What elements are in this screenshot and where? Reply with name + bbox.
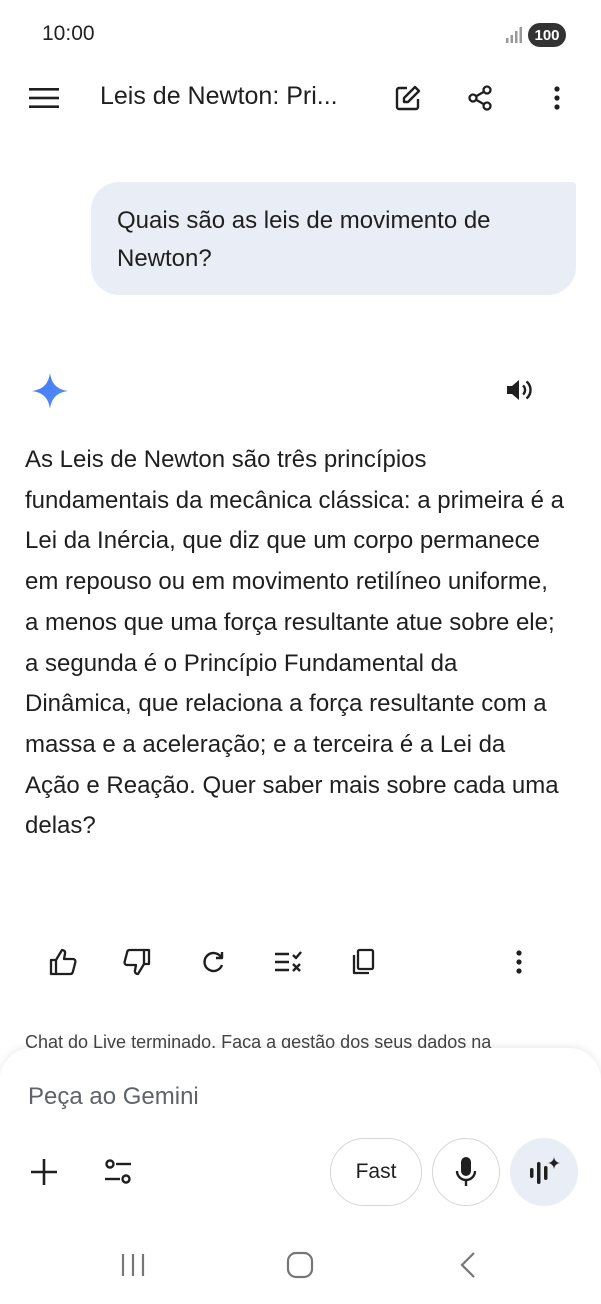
home-button[interactable]	[270, 1245, 330, 1285]
share-button[interactable]	[460, 78, 500, 118]
menu-icon	[29, 88, 59, 108]
response-text: As Leis de Newton são três princípios fu…	[25, 446, 564, 840]
regenerate-button[interactable]	[193, 942, 233, 982]
gemini-sparkle-icon	[32, 373, 68, 409]
edit-icon	[395, 85, 421, 111]
speaker-icon	[507, 380, 532, 400]
copy-icon	[352, 948, 375, 975]
plus-icon	[31, 1159, 57, 1185]
back-button[interactable]	[438, 1245, 498, 1285]
thumbs-down-button[interactable]	[117, 942, 157, 982]
voice-input-button[interactable]	[432, 1138, 500, 1206]
user-message-bubble: Quais são as leis de movimento de Newton…	[91, 182, 576, 295]
chat-title[interactable]: Leis de Newton: Pri...	[100, 82, 370, 111]
more-vert-icon	[516, 950, 522, 974]
thumbs-up-button[interactable]	[43, 942, 83, 982]
thumbs-up-icon	[49, 948, 77, 976]
more-vert-icon	[554, 86, 560, 110]
prompt-input[interactable]: Peça ao Gemini	[28, 1083, 199, 1111]
tools-icon	[105, 1159, 131, 1184]
user-message-text: Quais são as leis de movimento de Newton…	[117, 207, 491, 272]
thumbs-down-icon	[123, 948, 151, 976]
status-time: 10:00	[42, 22, 95, 45]
battery-indicator: 100	[528, 23, 566, 47]
more-options-button[interactable]	[537, 78, 577, 118]
modify-response-icon	[275, 951, 302, 972]
add-attachment-button[interactable]	[24, 1152, 64, 1192]
back-icon	[460, 1252, 475, 1278]
live-icon	[530, 1157, 560, 1184]
copy-button[interactable]	[343, 942, 383, 982]
modify-response-button[interactable]	[268, 942, 308, 982]
new-chat-button[interactable]	[388, 78, 428, 118]
response-more-button[interactable]	[499, 942, 539, 982]
read-aloud-button[interactable]	[500, 370, 540, 410]
recent-apps-button[interactable]	[103, 1245, 163, 1285]
home-icon	[286, 1251, 314, 1279]
signal-icon	[506, 27, 522, 43]
tools-button[interactable]	[98, 1152, 138, 1192]
model-mode-label: Fast	[355, 1160, 397, 1183]
mic-icon	[455, 1157, 477, 1186]
live-button[interactable]	[510, 1138, 578, 1206]
recent-apps-icon	[121, 1254, 145, 1276]
regenerate-icon	[203, 951, 224, 973]
menu-button[interactable]	[24, 78, 64, 118]
model-mode-button[interactable]: Fast	[330, 1138, 422, 1206]
share-icon	[468, 85, 492, 111]
